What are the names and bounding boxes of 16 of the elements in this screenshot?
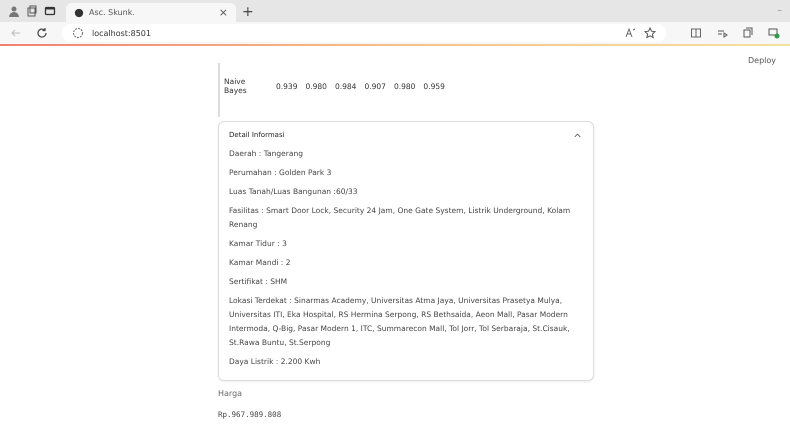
close-tab-button[interactable]: × [218,6,228,19]
new-tab-button[interactable]: + [242,4,254,20]
tab-actions-icon[interactable] [44,5,56,17]
deploy-button[interactable]: Deploy [748,56,776,65]
browser-tab[interactable]: Asc. Skunk. × [66,3,236,22]
collections-icon[interactable] [742,27,754,39]
workspaces-icon[interactable] [26,5,38,17]
split-screen-icon[interactable] [690,27,702,39]
favicon-icon [74,8,84,18]
read-aloud-icon[interactable] [624,27,636,39]
price-label: Harga [218,389,244,398]
address-bar[interactable]: localhost:8501 [62,24,666,42]
reload-icon[interactable] [36,27,48,39]
star-icon[interactable] [644,27,656,39]
chevron-icon [574,132,581,138]
profile-icon[interactable] [8,5,20,17]
